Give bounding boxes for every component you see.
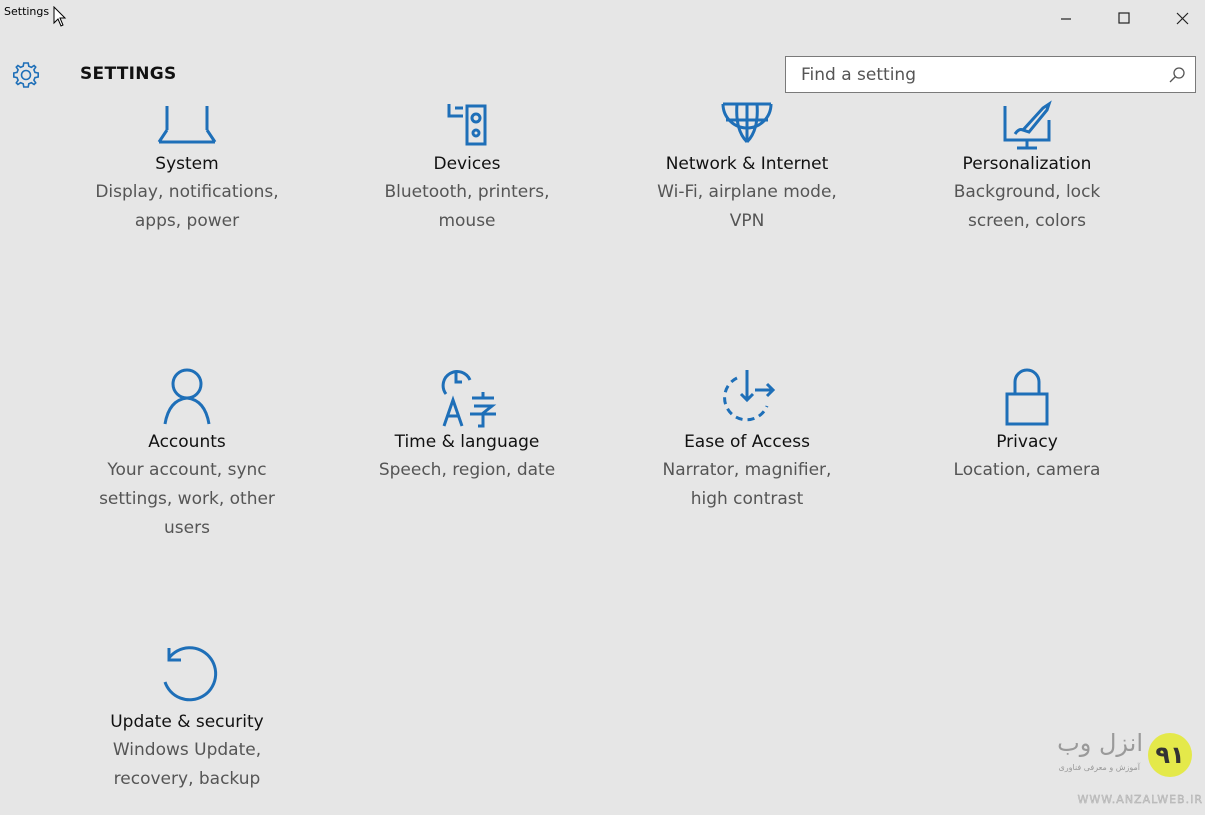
svg-text:٩١: ٩١ bbox=[1155, 741, 1184, 769]
category-name: Ease of Access bbox=[684, 432, 810, 452]
category-personalization[interactable]: Personalization Background, lock screen,… bbox=[912, 100, 1142, 236]
category-name: Time & language bbox=[394, 432, 540, 452]
update-icon bbox=[163, 646, 218, 702]
svg-text:WWW.ANZALWEB.IR: WWW.ANZALWEB.IR bbox=[1077, 793, 1203, 806]
category-name: Personalization bbox=[962, 154, 1092, 174]
category-name: Update & security bbox=[110, 712, 264, 732]
category-description: Display, notifications, apps, power bbox=[95, 182, 279, 231]
person-icon bbox=[163, 368, 211, 425]
category-description: Background, lock screen, colors bbox=[953, 182, 1101, 231]
category-name: Accounts bbox=[148, 432, 226, 452]
category-description: Windows Update, recovery, backup bbox=[112, 740, 262, 789]
window-title: Settings bbox=[4, 5, 50, 18]
category-name: System bbox=[155, 154, 219, 174]
category-name: Devices bbox=[433, 154, 501, 174]
search-box[interactable] bbox=[785, 56, 1196, 93]
category-description: Your account, sync settings, work, other… bbox=[99, 460, 275, 538]
svg-text:انزل وب: انزل وب bbox=[1057, 729, 1143, 757]
category-devices[interactable]: Devices Bluetooth, printers, mouse bbox=[352, 100, 582, 236]
category-description: Narrator, magnifier, high contrast bbox=[662, 460, 832, 509]
category-privacy[interactable]: Privacy Location, camera bbox=[912, 364, 1142, 485]
devices-icon bbox=[447, 104, 487, 146]
watermark-logo: ٩١ انزل وب آموزش و معرفی فناوری WWW.ANZA… bbox=[1000, 715, 1205, 811]
lock-icon bbox=[1005, 368, 1049, 426]
svg-text:آموزش و معرفی فناوری: آموزش و معرفی فناوری bbox=[1059, 762, 1141, 772]
category-description: Location, camera bbox=[953, 460, 1101, 480]
close-icon bbox=[1176, 12, 1188, 24]
category-description: Wi-Fi, airplane mode, VPN bbox=[657, 182, 837, 231]
close-button[interactable] bbox=[1162, 4, 1202, 32]
category-update-security[interactable]: Update & security Windows Update, recove… bbox=[72, 644, 302, 794]
paint-monitor-icon bbox=[1003, 100, 1052, 150]
maximize-button[interactable] bbox=[1104, 4, 1144, 32]
category-system[interactable]: System Display, notifications, apps, pow… bbox=[72, 100, 302, 236]
mouse-cursor-icon bbox=[53, 6, 67, 27]
minimize-button[interactable] bbox=[1046, 4, 1086, 32]
category-time-language[interactable]: Time & language Speech, region, date bbox=[352, 364, 582, 485]
category-ease-of-access[interactable]: Ease of Access Narrator, magnifier, high… bbox=[632, 364, 862, 514]
category-description: Bluetooth, printers, mouse bbox=[384, 182, 550, 231]
time-language-icon bbox=[441, 370, 497, 428]
title-bar: Settings bbox=[0, 0, 1205, 36]
minimize-icon bbox=[1061, 18, 1071, 20]
search-input[interactable] bbox=[786, 57, 1156, 92]
category-network-internet[interactable]: Network & Internet Wi-Fi, airplane mode,… bbox=[632, 100, 862, 236]
search-icon[interactable] bbox=[1167, 65, 1187, 85]
category-accounts[interactable]: Accounts Your account, sync settings, wo… bbox=[72, 364, 302, 543]
category-name: Network & Internet bbox=[665, 154, 829, 174]
category-description: Speech, region, date bbox=[378, 460, 556, 480]
globe-icon bbox=[721, 102, 773, 144]
page-title: SETTINGS bbox=[80, 64, 177, 84]
ease-of-access-icon bbox=[723, 370, 776, 422]
laptop-icon bbox=[157, 106, 217, 144]
category-name: Privacy bbox=[996, 432, 1058, 452]
gear-icon bbox=[13, 62, 39, 88]
maximize-icon bbox=[1118, 12, 1130, 24]
